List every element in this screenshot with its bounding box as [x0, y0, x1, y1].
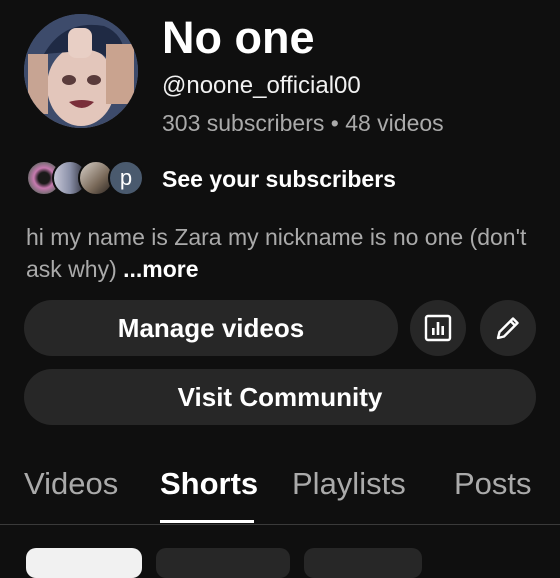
channel-name: No one [162, 12, 315, 63]
see-subscribers-link[interactable]: See your subscribers [162, 166, 396, 193]
tab-videos[interactable]: Videos [24, 466, 118, 502]
tabs-divider [0, 524, 560, 525]
filter-chip[interactable] [304, 548, 422, 578]
analytics-button[interactable] [410, 300, 466, 356]
subscriber-avatar-letter: p [108, 160, 144, 196]
channel-stats: 303 subscribers • 48 videos [162, 110, 444, 136]
channel-avatar[interactable] [24, 14, 138, 128]
subscriber-avatars[interactable]: p [26, 160, 156, 196]
tab-posts[interactable]: Posts [454, 466, 532, 502]
channel-tabs: Videos Shorts Playlists Posts [0, 466, 560, 522]
manage-videos-button[interactable]: Manage videos [24, 300, 398, 356]
analytics-icon [424, 314, 452, 342]
filter-chip[interactable] [156, 548, 290, 578]
more-link[interactable]: ...more [123, 256, 198, 282]
manage-videos-label: Manage videos [117, 312, 305, 343]
edit-button[interactable] [480, 300, 536, 356]
channel-handle: @noone_official00 [162, 72, 361, 99]
filter-chip[interactable] [26, 548, 142, 578]
channel-description[interactable]: hi my name is Zara my nickname is no one… [26, 221, 536, 285]
tab-shorts[interactable]: Shorts [160, 466, 258, 502]
tab-playlists[interactable]: Playlists [292, 466, 406, 502]
description-text: hi my name is Zara my nickname is no one… [26, 224, 527, 282]
visit-community-button[interactable]: Visit Community [24, 369, 536, 425]
active-tab-indicator [160, 520, 254, 523]
pencil-icon [496, 317, 519, 340]
visit-community-label: Visit Community [177, 381, 383, 412]
avatar-image [24, 14, 138, 128]
